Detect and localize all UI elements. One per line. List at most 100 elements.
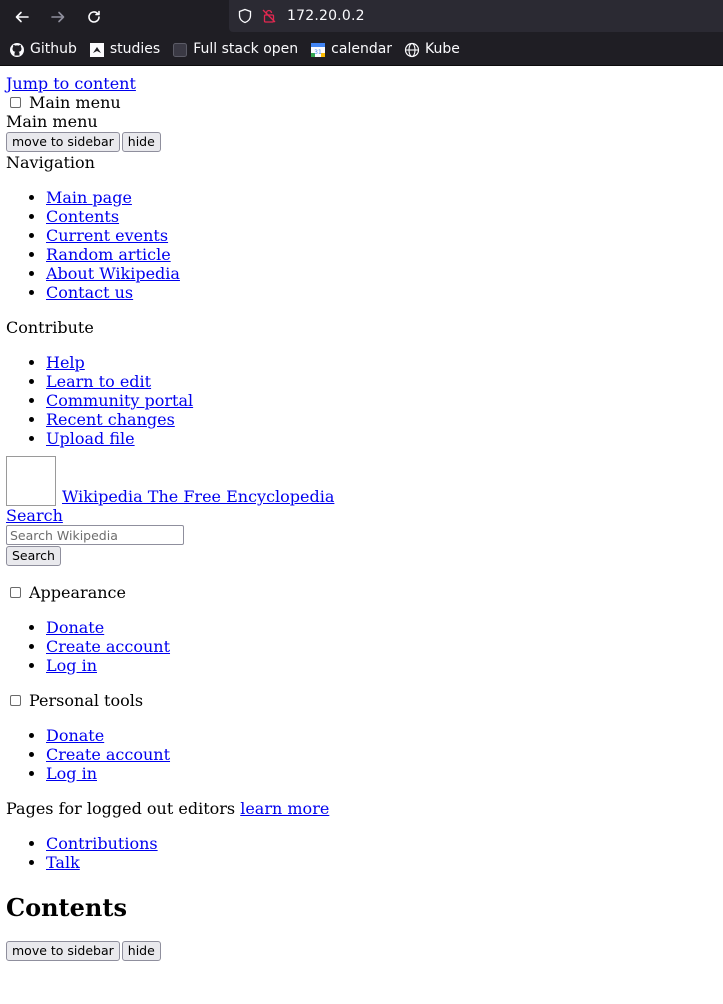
wikipedia-logo-image	[6, 456, 56, 506]
url-bar[interactable]: 172.20.0.2	[229, 0, 723, 32]
navigation-heading: Navigation	[6, 153, 95, 172]
contribute-link-community-portal[interactable]: Community portal	[46, 391, 193, 410]
list-item: Upload file	[46, 429, 717, 448]
jump-to-content-link[interactable]: Jump to content	[6, 74, 717, 93]
logged-out-editors-text: Pages for logged out editors learn more	[6, 799, 717, 818]
reload-button[interactable]	[83, 6, 105, 28]
nav-link-main-page[interactable]: Main page	[46, 188, 132, 207]
contribute-list: Help Learn to edit Community portal Rece…	[6, 353, 717, 448]
globe-icon	[404, 42, 420, 58]
bookmark-label: Github	[30, 41, 77, 57]
list-item: Donate	[46, 726, 717, 745]
search-button[interactable]: Search	[6, 546, 61, 566]
appearance-label: Appearance	[29, 583, 126, 602]
list-item: Contributions	[46, 834, 717, 853]
personal-tools-checkbox[interactable]	[10, 695, 21, 706]
list-item: Current events	[46, 226, 717, 245]
list-item: About Wikipedia	[46, 264, 717, 283]
insecure-lock-icon[interactable]	[261, 8, 277, 24]
main-menu-label: Main menu	[29, 93, 121, 112]
main-menu-toggle[interactable]: Main menu	[6, 93, 717, 112]
list-item: Talk	[46, 853, 717, 872]
logged-out-label: Pages for logged out editors	[6, 799, 236, 818]
main-menu-heading: Main menu	[6, 112, 98, 131]
list-item: Help	[46, 353, 717, 372]
url-text[interactable]: 172.20.0.2	[287, 7, 365, 26]
create-account-link[interactable]: Create account	[46, 637, 170, 656]
nav-link-about-wikipedia[interactable]: About Wikipedia	[46, 264, 180, 283]
calendar-icon: 31	[310, 42, 326, 58]
list-item: Community portal	[46, 391, 717, 410]
list-item: Recent changes	[46, 410, 717, 429]
back-button[interactable]	[11, 6, 33, 28]
bookmark-calendar[interactable]: 31 calendar	[310, 40, 392, 59]
list-item: Contents	[46, 207, 717, 226]
appearance-toggle[interactable]: Appearance	[6, 583, 717, 602]
bookmark-label: studies	[109, 41, 161, 57]
nav-link-contents[interactable]: Contents	[46, 207, 119, 226]
search-input[interactable]: Search Wikipedia	[6, 525, 184, 545]
bookmark-label: Kube	[425, 41, 460, 57]
hide-button[interactable]: hide	[121, 132, 161, 152]
create-account-link[interactable]: Create account	[46, 745, 170, 764]
move-to-sidebar-button[interactable]: move to sidebar	[6, 132, 120, 152]
navigation-list: Main page Contents Current events Random…	[6, 188, 717, 302]
main-menu-checkbox[interactable]	[10, 97, 21, 108]
appearance-list: Donate Create account Log in	[6, 618, 717, 675]
appearance-checkbox[interactable]	[10, 587, 21, 598]
contribute-link-recent-changes[interactable]: Recent changes	[46, 410, 175, 429]
learn-more-link[interactable]: learn more	[240, 799, 329, 818]
fullstack-icon	[172, 42, 188, 58]
bookmark-label: calendar	[331, 41, 393, 57]
bookmark-full-stack-open[interactable]: Full stack open	[172, 40, 298, 59]
contributions-link[interactable]: Contributions	[46, 834, 158, 853]
nav-link-current-events[interactable]: Current events	[46, 226, 168, 245]
contents-heading: Contents	[6, 893, 127, 922]
browser-toolbar: 172.20.0.2	[0, 0, 723, 34]
browser-chrome: 172.20.0.2 Github studies Full stack ope…	[0, 0, 723, 66]
logged-out-list: Contributions Talk	[6, 834, 717, 872]
list-item: Learn to edit	[46, 372, 717, 391]
bookmark-label: Full stack open	[193, 41, 299, 57]
nav-link-random-article[interactable]: Random article	[46, 245, 171, 264]
logo-text: Wikipedia The Free Encyclopedia	[62, 487, 335, 506]
page-content: Jump to content Main menu Main menu move…	[0, 66, 723, 962]
log-in-link[interactable]: Log in	[46, 656, 97, 675]
bookmark-github[interactable]: Github	[9, 40, 77, 59]
github-icon	[9, 42, 25, 58]
personal-tools-list: Donate Create account Log in	[6, 726, 717, 783]
contribute-heading: Contribute	[6, 318, 94, 337]
bookmarks-bar: Github studies Full stack open 31 calend…	[0, 34, 723, 66]
log-in-link[interactable]: Log in	[46, 764, 97, 783]
list-item: Donate	[46, 618, 717, 637]
shield-icon[interactable]	[237, 8, 253, 24]
list-item: Contact us	[46, 283, 717, 302]
contents-hide-button[interactable]: hide	[121, 941, 161, 961]
contribute-link-upload-file[interactable]: Upload file	[46, 429, 135, 448]
reload-icon	[88, 10, 100, 23]
list-item: Random article	[46, 245, 717, 264]
contents-move-to-sidebar-button[interactable]: move to sidebar	[6, 941, 120, 961]
donate-link[interactable]: Donate	[46, 618, 104, 637]
list-item: Create account	[46, 745, 717, 764]
studies-icon	[89, 42, 105, 58]
back-arrow-icon	[15, 11, 29, 23]
search-link[interactable]: Search	[6, 506, 717, 525]
wikipedia-logo-link[interactable]: Wikipedia The Free Encyclopedia	[6, 456, 717, 506]
forward-arrow-icon	[51, 11, 65, 23]
svg-text:31: 31	[314, 49, 322, 56]
bookmark-kube[interactable]: Kube	[404, 40, 460, 59]
list-item: Log in	[46, 656, 717, 675]
list-item: Create account	[46, 637, 717, 656]
nav-link-contact-us[interactable]: Contact us	[46, 283, 133, 302]
donate-link[interactable]: Donate	[46, 726, 104, 745]
personal-tools-label: Personal tools	[29, 691, 144, 710]
list-item: Main page	[46, 188, 717, 207]
contribute-link-learn-to-edit[interactable]: Learn to edit	[46, 372, 151, 391]
talk-link[interactable]: Talk	[46, 853, 80, 872]
forward-button[interactable]	[47, 6, 69, 28]
contribute-link-help[interactable]: Help	[46, 353, 85, 372]
list-item: Log in	[46, 764, 717, 783]
bookmark-studies[interactable]: studies	[89, 40, 160, 59]
personal-tools-toggle[interactable]: Personal tools	[6, 691, 717, 710]
